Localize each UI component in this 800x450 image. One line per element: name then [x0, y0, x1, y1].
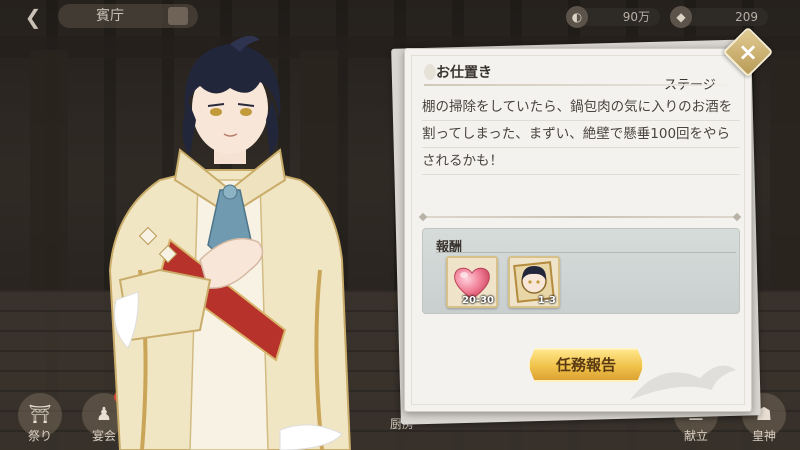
reward-quantity: 1-3	[537, 295, 556, 306]
back-arrow-icon[interactable]: ❮	[16, 6, 50, 28]
reward-divider	[436, 252, 736, 253]
dialog-title: お仕置き	[436, 65, 492, 81]
close-icon: ×	[737, 38, 759, 66]
nav-menu-label: 献立	[683, 429, 708, 443]
reward-item-portrait[interactable]: 1-3	[508, 256, 560, 308]
character-portrait	[108, 35, 352, 450]
title-badge-icon	[168, 7, 188, 25]
quest-description: 棚の掃除をしていたら、鍋包肉の気に入りのお酒を割ってしまった、まずい、絶壁で懸垂…	[422, 94, 740, 175]
gold-icon: ◐	[566, 6, 588, 28]
reward-quantity: 20-30	[462, 295, 494, 306]
report-mission-button[interactable]: 任務報告	[528, 348, 644, 382]
gold-amount: 90万	[622, 10, 650, 24]
reward-item-heart[interactable]: 20-30	[446, 256, 498, 308]
background-pillar	[30, 50, 68, 310]
nav-festival[interactable]: ⛩ 祭り	[14, 393, 66, 444]
nav-deity-label: 皇神	[751, 429, 776, 443]
gold-counter[interactable]: ◐ 90万	[566, 6, 660, 28]
gem-icon: ◆	[670, 6, 692, 28]
gem-amount: 209	[735, 10, 758, 24]
gem-counter[interactable]: ◆ 209	[670, 6, 768, 28]
section-divider	[422, 216, 738, 218]
background-pillar	[770, 50, 800, 310]
top-bar: ❮ 賓庁 ◐ 90万 ◆ 209	[0, 0, 800, 34]
title-divider	[424, 84, 736, 86]
nav-festival-label: 祭り	[27, 429, 52, 443]
